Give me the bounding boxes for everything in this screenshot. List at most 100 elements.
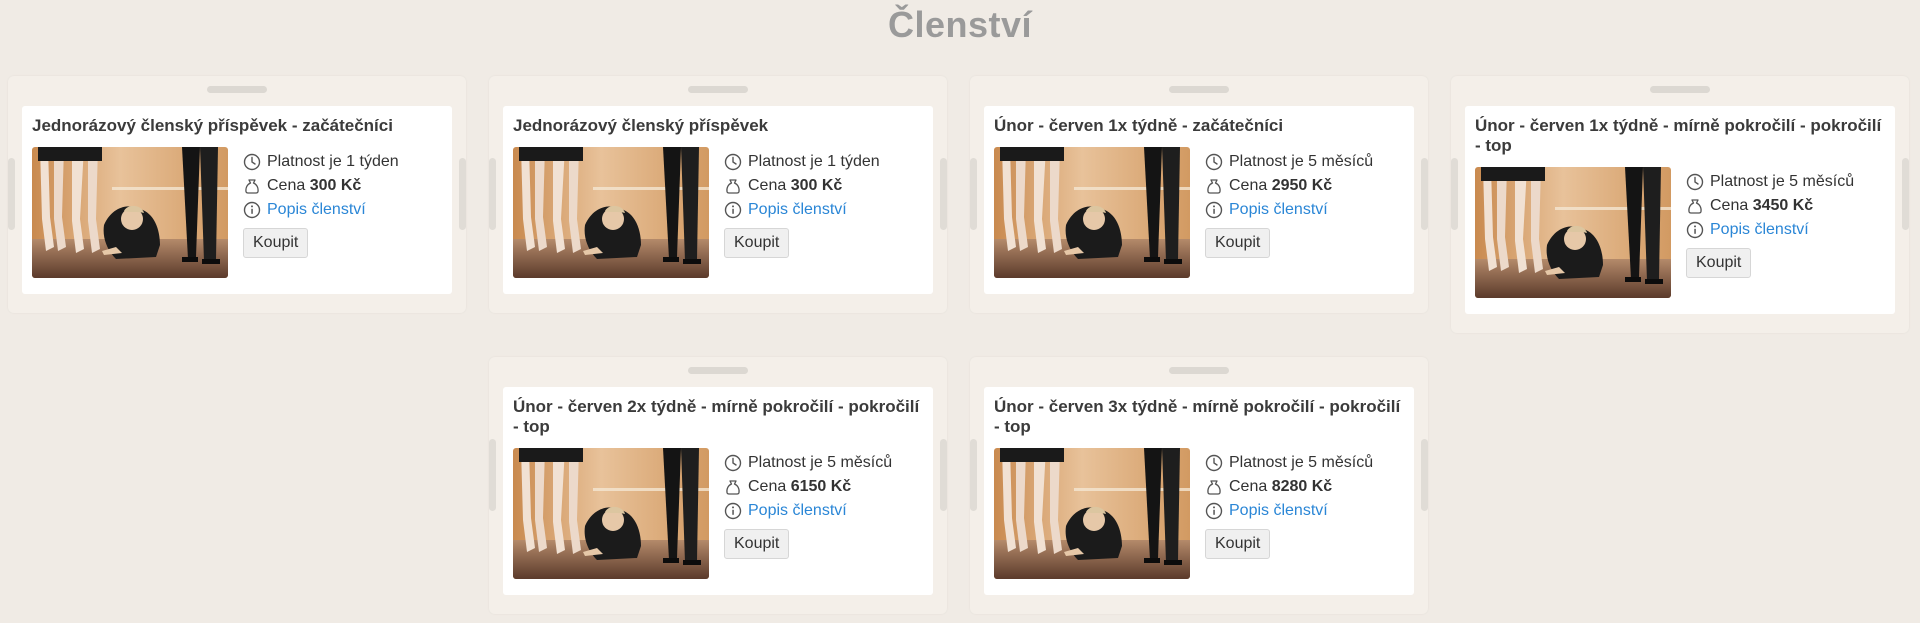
drag-handle-top[interactable] — [688, 367, 748, 374]
drag-handle-left[interactable] — [489, 439, 496, 511]
ballet-class-photo — [1475, 167, 1671, 298]
drag-handle-left[interactable] — [8, 158, 15, 230]
price-label: Cena — [1229, 177, 1268, 194]
description-row: Popis členství — [724, 499, 892, 523]
description-link[interactable]: Popis členství — [1229, 502, 1328, 520]
price-label: Cena — [1710, 197, 1749, 214]
validity-label: Platnost je — [1229, 454, 1304, 471]
membership-card: Únor - červen 1x týdně - začátečníci Pla… — [984, 106, 1414, 294]
clock-icon — [724, 153, 742, 171]
ballet-class-photo — [994, 147, 1190, 278]
ballet-class-photo — [513, 448, 709, 579]
drag-handle-right[interactable] — [940, 158, 947, 230]
buy-button[interactable]: Koupit — [1205, 529, 1271, 559]
drag-handle-left[interactable] — [1451, 158, 1458, 230]
buy-button[interactable]: Koupit — [724, 529, 790, 559]
buy-button[interactable]: Koupit — [1686, 248, 1752, 278]
validity-row: Platnost je 5 měsíců — [1686, 170, 1854, 194]
money-bag-icon — [1686, 197, 1704, 215]
membership-card: Jednorázový členský příspěvek - začátečn… — [22, 106, 452, 294]
info-icon — [243, 201, 261, 219]
info-icon — [1686, 221, 1704, 239]
price-row: Cena 300 Kč — [724, 174, 880, 198]
ballet-class-photo — [994, 448, 1190, 579]
validity-row: Platnost je 1 týden — [243, 150, 399, 174]
membership-card-wrapper: Únor - červen 3x týdně - mírně pokročilí… — [970, 357, 1428, 614]
drag-handle-left[interactable] — [970, 439, 977, 511]
card-title: Únor - červen 2x týdně - mírně pokročilí… — [513, 397, 920, 436]
price-label: Cena — [748, 478, 787, 495]
price-value: 2950 Kč — [1271, 177, 1333, 194]
description-link[interactable]: Popis členství — [267, 201, 366, 219]
description-link[interactable]: Popis členství — [748, 201, 847, 219]
money-bag-icon — [243, 177, 261, 195]
membership-card: Únor - červen 1x týdně - mírně pokročilí… — [1465, 106, 1895, 314]
membership-card-wrapper: Únor - červen 1x týdně - začátečníci Pla… — [970, 76, 1428, 313]
membership-card-wrapper: Jednorázový členský příspěvek Platnost j… — [489, 76, 947, 313]
buy-button[interactable]: Koupit — [243, 228, 309, 258]
drag-handle-right[interactable] — [1902, 158, 1909, 230]
clock-icon — [1205, 454, 1223, 472]
membership-card: Jednorázový členský příspěvek Platnost j… — [503, 106, 933, 294]
validity-row: Platnost je 1 týden — [724, 150, 880, 174]
money-bag-icon — [1205, 478, 1223, 496]
validity-value: 5 měsíců — [1308, 153, 1374, 170]
price-row: Cena 8280 Kč — [1205, 475, 1373, 499]
membership-card: Únor - červen 2x týdně - mírně pokročilí… — [503, 387, 933, 595]
buy-button[interactable]: Koupit — [1205, 228, 1271, 258]
drag-handle-top[interactable] — [1169, 367, 1229, 374]
clock-icon — [724, 454, 742, 472]
price-value: 3450 Kč — [1752, 197, 1814, 214]
price-row: Cena 3450 Kč — [1686, 194, 1854, 218]
money-bag-icon — [1205, 177, 1223, 195]
description-row: Popis členství — [243, 198, 399, 222]
validity-row: Platnost je 5 měsíců — [1205, 150, 1373, 174]
validity-row: Platnost je 5 měsíců — [724, 451, 892, 475]
description-row: Popis členství — [724, 198, 880, 222]
validity-label: Platnost je — [748, 454, 823, 471]
drag-handle-left[interactable] — [970, 158, 977, 230]
drag-handle-top[interactable] — [688, 86, 748, 93]
money-bag-icon — [724, 478, 742, 496]
validity-label: Platnost je — [1229, 153, 1304, 170]
description-link[interactable]: Popis členství — [1229, 201, 1328, 219]
price-value: 6150 Kč — [790, 478, 852, 495]
info-icon — [724, 502, 742, 520]
drag-handle-right[interactable] — [459, 158, 466, 230]
membership-card-wrapper: Jednorázový členský příspěvek - začátečn… — [8, 76, 466, 313]
validity-value: 5 měsíců — [827, 454, 893, 471]
drag-handle-right[interactable] — [1421, 439, 1428, 511]
membership-card-wrapper: Únor - červen 2x týdně - mírně pokročilí… — [489, 357, 947, 614]
price-label: Cena — [267, 177, 306, 194]
price-row: Cena 300 Kč — [243, 174, 399, 198]
membership-card-wrapper: Únor - červen 1x týdně - mírně pokročilí… — [1451, 76, 1909, 333]
price-value: 300 Kč — [309, 177, 362, 194]
description-row: Popis členství — [1205, 198, 1373, 222]
drag-handle-top[interactable] — [207, 86, 267, 93]
validity-value: 1 týden — [346, 153, 399, 170]
description-link[interactable]: Popis členství — [1710, 221, 1809, 239]
clock-icon — [243, 153, 261, 171]
price-row: Cena 2950 Kč — [1205, 174, 1373, 198]
description-link[interactable]: Popis členství — [748, 502, 847, 520]
validity-label: Platnost je — [748, 153, 823, 170]
drag-handle-top[interactable] — [1650, 86, 1710, 93]
card-title: Únor - červen 3x týdně - mírně pokročilí… — [994, 397, 1401, 436]
card-title: Únor - červen 1x týdně - začátečníci — [994, 116, 1284, 135]
drag-handle-left[interactable] — [489, 158, 496, 230]
buy-button[interactable]: Koupit — [724, 228, 790, 258]
description-row: Popis členství — [1205, 499, 1373, 523]
info-icon — [724, 201, 742, 219]
money-bag-icon — [724, 177, 742, 195]
validity-row: Platnost je 5 měsíců — [1205, 451, 1373, 475]
drag-handle-top[interactable] — [1169, 86, 1229, 93]
drag-handle-right[interactable] — [940, 439, 947, 511]
card-title: Jednorázový členský příspěvek — [513, 116, 769, 135]
validity-value: 1 týden — [827, 153, 880, 170]
drag-handle-right[interactable] — [1421, 158, 1428, 230]
price-row: Cena 6150 Kč — [724, 475, 892, 499]
validity-value: 5 měsíců — [1308, 454, 1374, 471]
info-icon — [1205, 502, 1223, 520]
price-value: 8280 Kč — [1271, 478, 1333, 495]
membership-card: Únor - červen 3x týdně - mírně pokročilí… — [984, 387, 1414, 595]
